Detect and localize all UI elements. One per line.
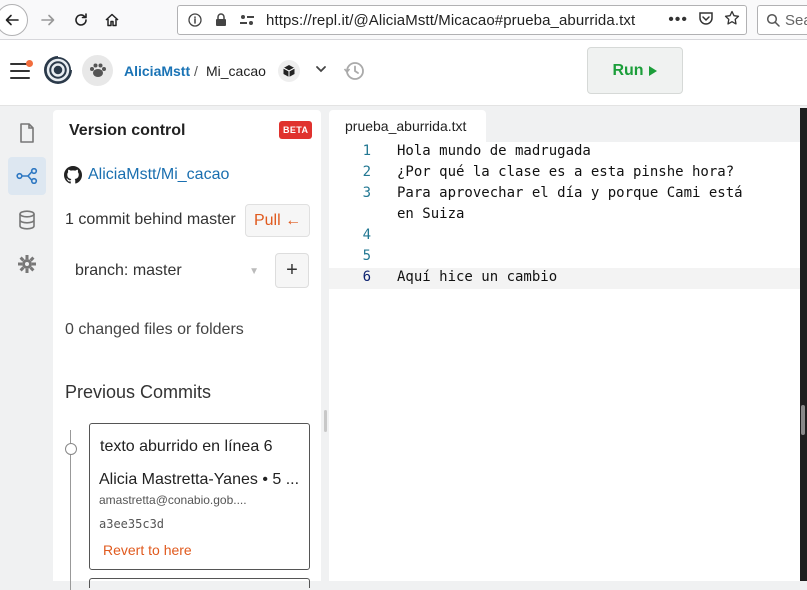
repo-link-row[interactable]: AliciaMstt/Mi_cacao — [64, 166, 229, 184]
code-editor: prueba_aburrida.txt 1 Hola mundo de madr… — [329, 110, 802, 581]
version-control-panel: Version control BETA AliciaMstt/Mi_cacao… — [53, 110, 321, 590]
line-number: 1 — [362, 143, 371, 159]
code-line[interactable]: 4 — [329, 226, 802, 247]
pull-button[interactable]: Pull ← — [245, 204, 310, 237]
branch-select[interactable]: branch: master ▼ — [65, 253, 265, 289]
code-area[interactable]: 1 Hola mundo de madrugada 2 ¿Por qué la … — [329, 142, 802, 581]
browser-search-input[interactable]: Sea — [757, 5, 807, 35]
line-number: 6 — [362, 269, 371, 285]
right-panel-edge — [800, 108, 807, 581]
behind-status: 1 commit behind master — [65, 211, 236, 228]
run-label: Run — [612, 61, 644, 79]
gear-icon — [18, 255, 36, 273]
arrow-right-icon — [41, 14, 55, 26]
commit-message: texto aburrido en línea 6 — [100, 438, 273, 455]
commit-card-partial — [89, 578, 310, 588]
previous-commits-heading: Previous Commits — [65, 382, 212, 402]
revert-link[interactable]: Revert to here — [103, 542, 192, 558]
url-bar[interactable]: https://repl.it/@AliciaMstt/Micacao#prue… — [177, 5, 747, 35]
code-line-current[interactable]: 6 Aquí hice un cambio — [329, 268, 802, 289]
tab-prueba-aburrida[interactable]: prueba_aburrida.txt — [329, 110, 486, 142]
tab-label: prueba_aburrida.txt — [345, 118, 467, 134]
line-number: 5 — [362, 248, 371, 264]
reload-icon — [75, 13, 87, 26]
breadcrumb-separator: / — [194, 63, 198, 79]
tab-strip: prueba_aburrida.txt — [329, 110, 802, 142]
scrollbar-thumb[interactable] — [801, 405, 805, 435]
changed-files-status: 0 changed files or folders — [65, 321, 244, 338]
timeline-dot — [65, 443, 77, 455]
arrow-left-icon — [5, 14, 19, 26]
username-link[interactable]: AliciaMstt — [124, 63, 190, 79]
url-text: https://repl.it/@AliciaMstt/Micacao#prue… — [266, 11, 636, 29]
sidebar-item-database[interactable] — [8, 201, 46, 239]
repl-name[interactable]: Mi_cacao — [206, 63, 266, 79]
line-number: 3 — [362, 185, 371, 201]
back-button[interactable] — [0, 4, 28, 36]
home-icon — [105, 13, 119, 27]
commit-author: Alicia Mastretta-Yanes • 5 ... — [99, 471, 300, 488]
code-line[interactable]: 3 Para aprovechar el día y porque Cami e… — [329, 184, 802, 205]
play-icon — [648, 65, 657, 76]
add-branch-button[interactable]: + — [275, 253, 309, 288]
sidebar-item-settings[interactable] — [8, 245, 46, 283]
line-text: Hola mundo de madrugada — [397, 143, 591, 159]
browser-toolbar: https://repl.it/@AliciaMstt/Micacao#prue… — [0, 0, 807, 40]
commit-card: texto aburrido en línea 6 Alicia Mastret… — [89, 423, 310, 570]
branch-label: branch: master — [75, 262, 182, 279]
run-button[interactable]: Run — [587, 47, 683, 94]
sidebar-rail — [0, 107, 53, 581]
bookmark-star-icon[interactable] — [724, 10, 740, 30]
search-placeholder: Sea — [785, 11, 807, 29]
line-text: Aquí hice un cambio — [397, 269, 558, 285]
commit-hash: a3ee35c3d — [99, 517, 165, 531]
git-branch-icon — [16, 168, 38, 184]
pocket-icon[interactable] — [698, 10, 714, 30]
more-actions-icon[interactable]: ••• — [668, 11, 688, 29]
panel-title: Version control — [69, 122, 186, 139]
repo-link[interactable]: AliciaMstt/Mi_cacao — [88, 166, 229, 184]
pull-label: Pull ← — [253, 211, 302, 229]
plus-icon: + — [286, 259, 298, 281]
line-number: 2 — [362, 164, 371, 180]
language-cube-icon[interactable] — [278, 60, 300, 82]
code-line[interactable]: 2 ¿Por qué la clase es a esta pinshe hor… — [329, 163, 802, 184]
search-icon — [766, 13, 780, 27]
line-text: Para aprovechar el día y porque Cami est… — [397, 185, 743, 201]
commit-email: amastretta@conabio.gob.... — [99, 493, 247, 507]
sidebar-item-version-control[interactable] — [8, 157, 46, 195]
line-text: ¿Por qué la clase es a esta pinshe hora? — [397, 164, 735, 180]
line-number: 4 — [362, 227, 371, 243]
user-avatar-icon — [89, 63, 106, 77]
app-header: AliciaMstt / Mi_cacao Run — [0, 40, 807, 106]
lock-icon[interactable] — [212, 11, 230, 29]
permissions-icon[interactable] — [238, 11, 256, 29]
panel-resize-handle[interactable] — [324, 410, 327, 432]
forward-button[interactable] — [33, 5, 63, 35]
code-line[interactable]: 5 — [329, 247, 802, 268]
sidebar-item-files[interactable] — [8, 114, 46, 152]
github-icon — [64, 166, 82, 184]
home-button[interactable] — [97, 5, 127, 35]
database-icon — [19, 210, 35, 230]
history-icon[interactable] — [343, 60, 365, 87]
info-icon[interactable] — [186, 11, 204, 29]
code-line-wrapped[interactable]: en Suiza — [329, 205, 802, 226]
file-icon — [20, 123, 34, 143]
beta-badge: BETA — [279, 121, 313, 139]
replit-logo-icon[interactable] — [43, 55, 73, 85]
avatar[interactable] — [82, 55, 113, 86]
caret-down-icon: ▼ — [249, 265, 259, 277]
reload-button[interactable] — [66, 5, 96, 35]
notification-dot — [26, 60, 33, 67]
chevron-down-icon[interactable] — [315, 62, 327, 80]
line-text: en Suiza — [397, 206, 465, 222]
code-line[interactable]: 1 Hola mundo de madrugada — [329, 142, 802, 163]
